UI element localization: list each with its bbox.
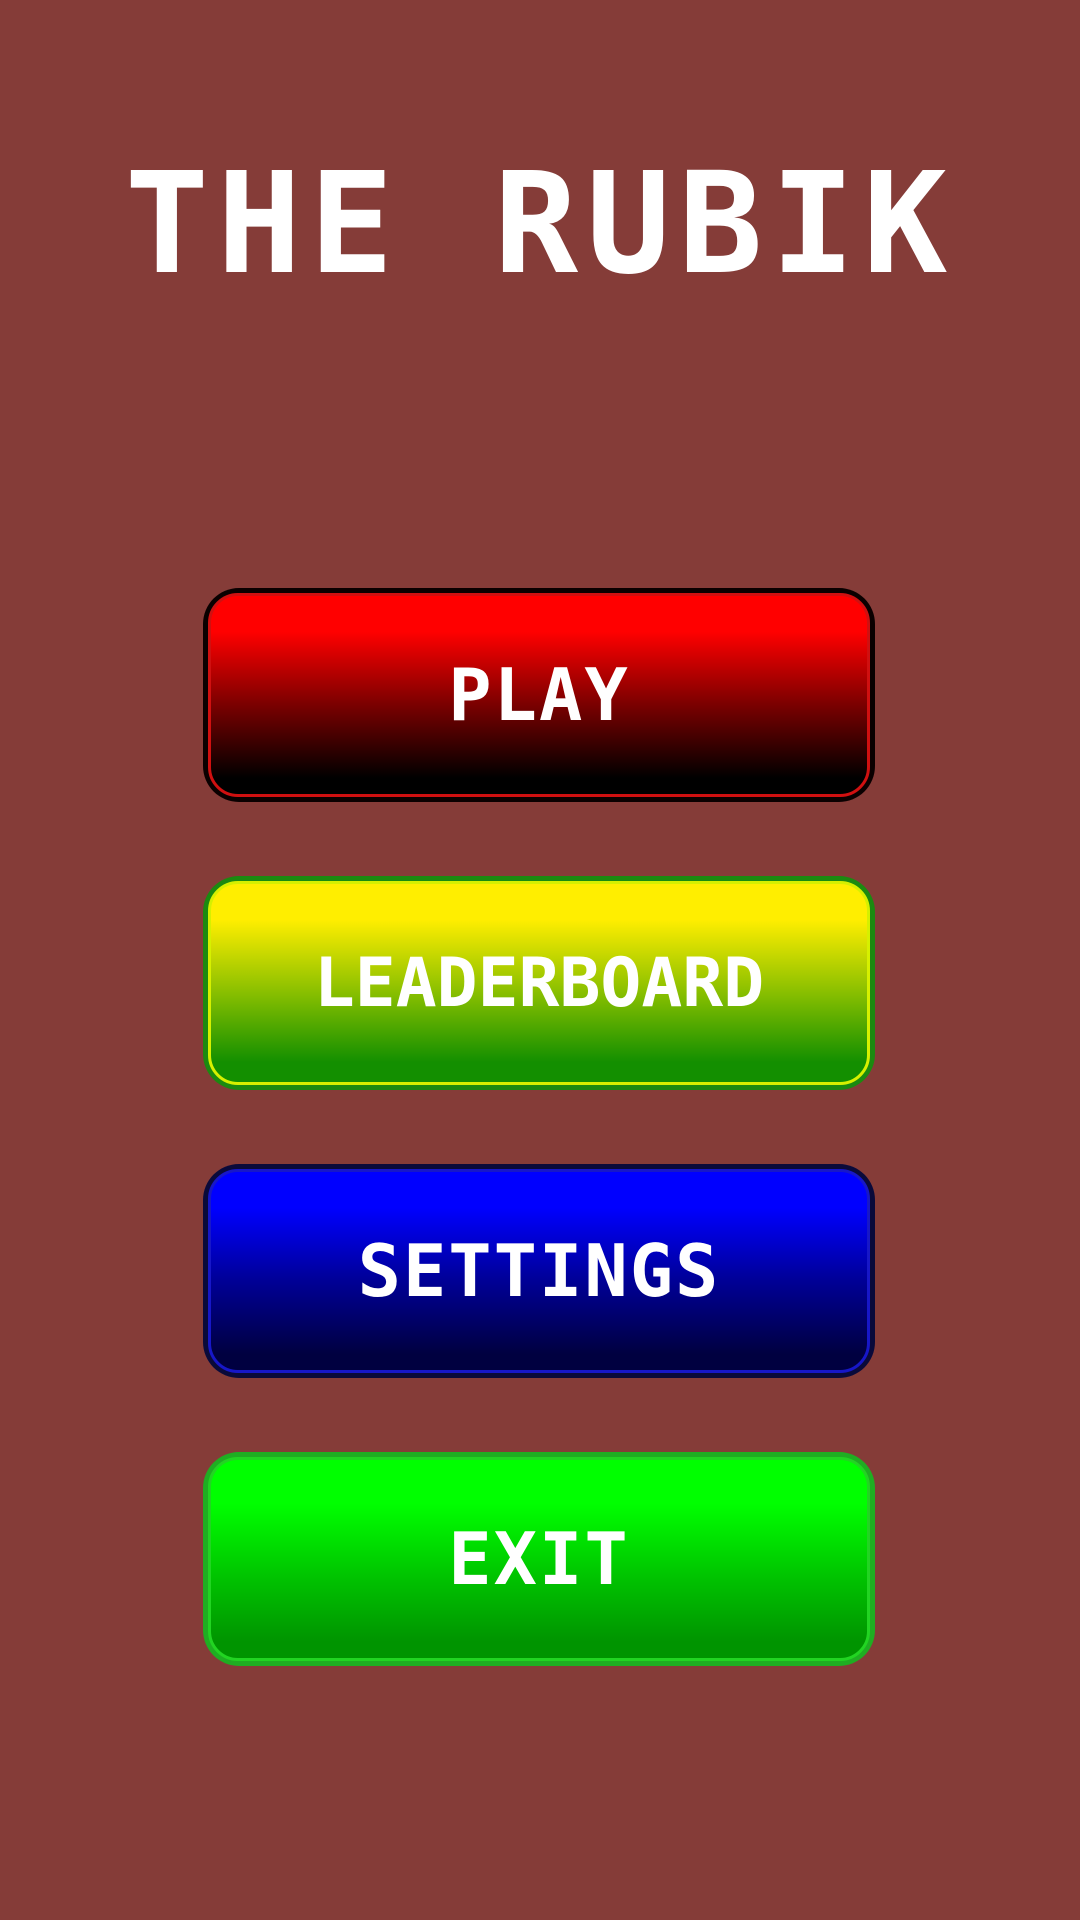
exit-button[interactable]: EXIT <box>203 1452 875 1666</box>
play-button-label: PLAY <box>448 653 630 737</box>
leaderboard-button[interactable]: LEADERBOARD <box>203 876 875 1090</box>
settings-button[interactable]: SETTINGS <box>203 1164 875 1378</box>
settings-button-label: SETTINGS <box>357 1229 721 1313</box>
exit-button-label: EXIT <box>448 1517 630 1601</box>
game-title: THE RUBIK <box>124 143 956 306</box>
leaderboard-button-label: LEADERBOARD <box>313 943 765 1023</box>
play-button[interactable]: PLAY <box>203 588 875 802</box>
